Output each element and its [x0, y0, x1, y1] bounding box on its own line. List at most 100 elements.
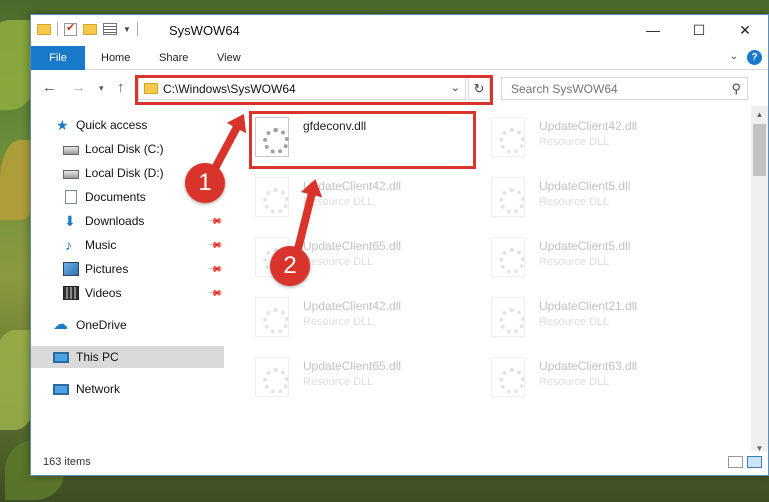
search-input[interactable]	[502, 78, 712, 99]
pin-icon[interactable]: 📌	[208, 261, 223, 277]
minimize-button[interactable]: —	[630, 15, 676, 45]
navigation-pane: ★ Quick access Local Disk (C:) Local Dis…	[31, 110, 224, 460]
pin-icon[interactable]: 📌	[208, 213, 223, 229]
window-title: SysWOW64	[169, 23, 240, 38]
file-name: UpdateClient42.dll	[303, 299, 402, 313]
status-bar: 163 items	[31, 451, 768, 475]
maximize-button[interactable]: ☐	[676, 15, 722, 45]
sidebar-item-music[interactable]: ♪ Music 📌	[31, 234, 224, 256]
scroll-up-icon[interactable]: ▲	[751, 106, 768, 123]
title-bar: ▼ SysWOW64 — ☐ ✕	[31, 15, 768, 46]
tab-share[interactable]: Share	[159, 52, 188, 64]
download-icon: ⬇	[64, 213, 76, 229]
chevron-down-icon[interactable]: ▼	[123, 25, 131, 34]
close-button[interactable]: ✕	[722, 15, 768, 45]
back-arrow-icon[interactable]: ←	[42, 79, 57, 96]
sidebar-item-onedrive[interactable]: ☁ OneDrive	[31, 314, 224, 336]
tab-file[interactable]: File	[31, 46, 85, 70]
file-type: Resource DLL	[539, 376, 610, 388]
file-type: Resource DLL	[303, 316, 374, 328]
separator	[136, 22, 138, 36]
sidebar-item-label: Music	[85, 238, 117, 252]
large-icons-view-icon[interactable]	[747, 456, 762, 468]
tab-home[interactable]: Home	[101, 52, 130, 64]
folder-icon[interactable]	[37, 23, 51, 35]
explorer-window: ▼ SysWOW64 — ☐ ✕ File Home Share View ⌄ …	[30, 14, 769, 476]
dll-file-icon	[255, 357, 289, 397]
search-icon[interactable]: ⚲	[731, 81, 741, 97]
help-icon[interactable]: ?	[747, 50, 762, 65]
quick-access-toolbar: ▼	[37, 21, 138, 36]
file-type: Resource DLL	[539, 256, 610, 268]
music-icon: ♪	[65, 237, 72, 253]
star-icon: ★	[56, 117, 69, 133]
file-highlight	[249, 111, 476, 169]
properties-check-icon[interactable]	[64, 21, 77, 36]
dll-file-icon	[491, 117, 525, 157]
sidebar-item-label: Local Disk (C:)	[85, 142, 164, 156]
file-item[interactable]: UpdateClient42.dll Resource DLL	[255, 177, 485, 227]
file-name: UpdateClient5.dll	[539, 239, 631, 253]
file-name: UpdateClient42.dll	[539, 119, 638, 133]
sidebar-item-downloads[interactable]: ⬇ Downloads 📌	[31, 210, 224, 232]
disk-icon	[63, 146, 79, 155]
sidebar-item-label: Network	[76, 382, 121, 396]
dll-file-icon	[491, 357, 525, 397]
sidebar-item-label: OneDrive	[76, 318, 127, 332]
pin-icon[interactable]: 📌	[208, 237, 223, 253]
ribbon-tabs: File Home Share View ⌄ ?	[31, 46, 768, 70]
dll-file-icon	[255, 177, 289, 217]
sidebar-item-label: Videos	[85, 286, 122, 300]
sidebar-item-label: Downloads	[85, 214, 145, 228]
disk-icon	[63, 170, 79, 179]
view-switcher	[728, 456, 762, 468]
forward-arrow-icon[interactable]: →	[71, 79, 86, 96]
file-type: Resource DLL	[539, 136, 610, 148]
file-name: UpdateClient63.dll	[539, 359, 638, 373]
pin-icon[interactable]: 📌	[208, 285, 223, 301]
tab-view[interactable]: View	[217, 52, 241, 64]
customize-icon[interactable]	[103, 23, 117, 35]
file-item[interactable]: UpdateClient65.dll Resource DLL	[255, 357, 485, 407]
dll-file-icon	[491, 237, 525, 277]
sidebar-item-pictures[interactable]: Pictures 📌	[31, 258, 224, 280]
search-box[interactable]: ⚲	[501, 77, 748, 100]
recent-locations-icon[interactable]: ▾	[99, 83, 104, 94]
pictures-icon	[63, 262, 79, 276]
chevron-down-icon[interactable]: ⌄	[730, 51, 738, 62]
vertical-scrollbar[interactable]: ▲ ▼	[751, 106, 768, 457]
file-type: Resource DLL	[539, 316, 610, 328]
sidebar-item-label: Documents	[85, 190, 146, 204]
sidebar-item-videos[interactable]: Videos 📌	[31, 282, 224, 304]
sidebar-item-label: Quick access	[76, 118, 148, 132]
scrollbar-thumb[interactable]	[753, 124, 766, 176]
cloud-icon: ☁	[53, 316, 68, 333]
sidebar-item-network[interactable]: Network	[31, 378, 224, 400]
file-name: UpdateClient65.dll	[303, 359, 402, 373]
file-name: UpdateClient65.dll	[303, 239, 402, 253]
file-item[interactable]: UpdateClient5.dll Resource DLL	[491, 177, 721, 227]
details-view-icon[interactable]	[728, 456, 743, 468]
network-icon	[53, 383, 69, 395]
new-folder-icon[interactable]	[83, 23, 97, 35]
file-name: UpdateClient5.dll	[539, 179, 631, 193]
dll-file-icon	[491, 177, 525, 217]
file-item[interactable]: UpdateClient42.dll Resource DLL	[255, 297, 485, 347]
sidebar-item-quick-access[interactable]: ★ Quick access	[31, 114, 224, 136]
file-item[interactable]: UpdateClient21.dll Resource DLL	[491, 297, 721, 347]
file-type: Resource DLL	[303, 376, 374, 388]
file-item[interactable]: UpdateClient5.dll Resource DLL	[491, 237, 721, 287]
sidebar-item-label: This PC	[76, 350, 119, 364]
file-name: UpdateClient21.dll	[539, 299, 638, 313]
file-item[interactable]: UpdateClient42.dll Resource DLL	[491, 117, 721, 167]
window-controls: — ☐ ✕	[630, 15, 768, 45]
computer-icon	[53, 351, 69, 363]
file-item[interactable]: UpdateClient63.dll Resource DLL	[491, 357, 721, 407]
dll-file-icon	[255, 297, 289, 337]
sidebar-item-label: Pictures	[85, 262, 129, 276]
documents-icon	[65, 190, 77, 204]
up-arrow-icon[interactable]: ↑	[117, 79, 125, 96]
sidebar-item-this-pc[interactable]: This PC	[31, 346, 224, 368]
sidebar-item-local-disk-c[interactable]: Local Disk (C:)	[31, 138, 224, 160]
annotation-step-2: 2	[270, 246, 310, 286]
